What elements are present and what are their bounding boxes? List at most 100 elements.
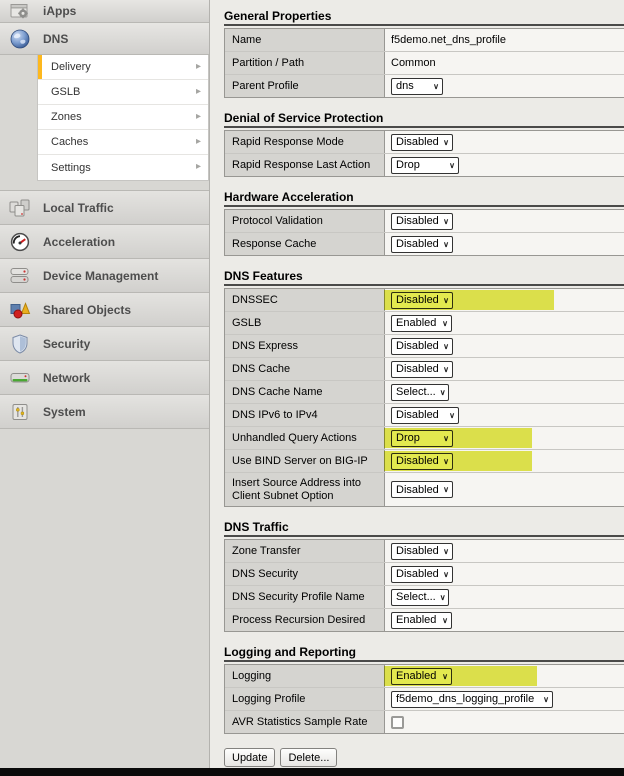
field-label: Parent Profile xyxy=(225,75,385,97)
servers-icon xyxy=(6,199,34,217)
dropdown-arrow-icon: ∨ xyxy=(443,457,449,466)
dnssec-select[interactable]: Disabled∨ xyxy=(391,292,453,309)
update-button[interactable]: Update xyxy=(224,748,275,767)
logging-select[interactable]: Enabled∨ xyxy=(391,668,452,685)
sidebar-spacer xyxy=(0,181,209,190)
section-dos-protection: Denial of Service Protection Rapid Respo… xyxy=(224,112,624,177)
dns-submenu: Delivery ▸ GSLB ▸ Zones ▸ Caches ▸ Setti… xyxy=(37,55,209,181)
sidebar-item-local-traffic[interactable]: Local Traffic xyxy=(0,191,209,225)
chevron-right-icon: ▸ xyxy=(196,112,201,122)
field-label: DNS Express xyxy=(225,335,385,357)
section-title: DNS Features xyxy=(224,270,624,286)
dns-express-select[interactable]: Disabled∨ xyxy=(391,338,453,355)
table-row: DNSSEC Disabled∨ xyxy=(225,289,624,312)
section-general-properties: General Properties Name f5demo.net_dns_p… xyxy=(224,10,624,98)
field-label: Protocol Validation xyxy=(225,210,385,232)
sidebar-item-shared-objects[interactable]: Shared Objects xyxy=(0,293,209,327)
rapid-response-mode-select[interactable]: Disabled∨ xyxy=(391,134,453,151)
gslb-select[interactable]: Enabled∨ xyxy=(391,315,452,332)
sidebar-item-gslb[interactable]: GSLB ▸ xyxy=(38,80,208,105)
use-bind-server-select[interactable]: Disabled∨ xyxy=(391,453,453,470)
sidebar-item-dns[interactable]: DNS xyxy=(0,23,209,55)
response-cache-select[interactable]: Disabled∨ xyxy=(391,236,453,253)
field-label: Logging xyxy=(225,665,385,687)
sidebar-item-iapps[interactable]: iApps xyxy=(0,0,209,23)
dropdown-arrow-icon: ∨ xyxy=(443,138,449,147)
sidebar-item-network[interactable]: Network xyxy=(0,361,209,395)
field-label: Name xyxy=(225,29,385,51)
shapes-icon xyxy=(6,301,34,319)
chevron-right-icon: ▸ xyxy=(196,87,201,97)
sidebar-item-acceleration[interactable]: Acceleration xyxy=(0,225,209,259)
sidebar-item-zones[interactable]: Zones ▸ xyxy=(38,105,208,130)
insert-source-address-select[interactable]: Disabled∨ xyxy=(391,481,453,498)
bottom-bar xyxy=(0,768,624,776)
dns-security-profile-name-select[interactable]: Select...∨ xyxy=(391,589,449,606)
dns-security-select[interactable]: Disabled∨ xyxy=(391,566,453,583)
dropdown-arrow-icon: ∨ xyxy=(443,296,449,305)
field-label: Logging Profile xyxy=(225,688,385,710)
table-row: DNS Express Disabled∨ xyxy=(225,335,624,358)
table-row: Protocol Validation Disabled∨ xyxy=(225,210,624,233)
gauge-icon xyxy=(6,232,34,252)
table-row: AVR Statistics Sample Rate xyxy=(225,711,624,733)
field-label: Response Cache xyxy=(225,233,385,255)
zone-transfer-select[interactable]: Disabled∨ xyxy=(391,543,453,560)
sidebar-item-system[interactable]: System xyxy=(0,395,209,429)
partition-value: Common xyxy=(391,57,436,69)
dns-cache-select[interactable]: Disabled∨ xyxy=(391,361,453,378)
field-label: Use BIND Server on BIG-IP xyxy=(225,450,385,472)
table-row: Name f5demo.net_dns_profile xyxy=(225,29,624,52)
process-recursion-desired-select[interactable]: Enabled∨ xyxy=(391,612,452,629)
devices-icon xyxy=(6,267,34,285)
protocol-validation-select[interactable]: Disabled∨ xyxy=(391,213,453,230)
field-label: DNS Cache Name xyxy=(225,381,385,403)
sidebar-item-label: DNS xyxy=(43,32,68,46)
dropdown-arrow-icon: ∨ xyxy=(440,388,446,397)
field-label: Unhandled Query Actions xyxy=(225,427,385,449)
shield-icon xyxy=(6,334,34,354)
name-value: f5demo.net_dns_profile xyxy=(391,34,506,46)
dns-cache-name-select[interactable]: Select...∨ xyxy=(391,384,449,401)
chevron-right-icon: ▸ xyxy=(196,62,201,72)
logging-profile-select[interactable]: f5demo_dns_logging_profile∨ xyxy=(391,691,553,708)
field-label: Insert Source Address into Client Subnet… xyxy=(225,473,385,506)
system-icon xyxy=(6,403,34,421)
dropdown-arrow-icon: ∨ xyxy=(443,547,449,556)
table-row: Rapid Response Last Action Drop∨ xyxy=(225,154,624,176)
table-row: DNS Cache Disabled∨ xyxy=(225,358,624,381)
avr-statistics-sample-rate-checkbox[interactable] xyxy=(391,716,404,729)
sidebar-item-delivery[interactable]: Delivery ▸ xyxy=(38,55,208,80)
sidebar-item-device-management[interactable]: Device Management xyxy=(0,259,209,293)
chevron-right-icon: ▸ xyxy=(196,162,201,172)
chevron-right-icon: ▸ xyxy=(196,137,201,147)
sidebar-item-settings[interactable]: Settings ▸ xyxy=(38,155,208,180)
section-logging-reporting: Logging and Reporting Logging Enabled∨ L… xyxy=(224,646,624,734)
parent-profile-select[interactable]: dns∨ xyxy=(391,78,443,95)
table-row: Insert Source Address into Client Subnet… xyxy=(225,473,624,506)
dropdown-arrow-icon: ∨ xyxy=(449,161,455,170)
section-title: General Properties xyxy=(224,10,624,26)
sidebar-item-label: iApps xyxy=(43,4,76,18)
table-row: DNS IPv6 to IPv4 Disabled∨ xyxy=(225,404,624,427)
rapid-response-last-action-select[interactable]: Drop∨ xyxy=(391,157,459,174)
bigip-dns-profile-page: iApps DNS xyxy=(0,0,624,776)
field-label: Partition / Path xyxy=(225,52,385,74)
delete-button[interactable]: Delete... xyxy=(280,748,337,767)
network-icon xyxy=(6,369,34,387)
sidebar-item-security[interactable]: Security xyxy=(0,327,209,361)
section-title: Denial of Service Protection xyxy=(224,112,624,128)
section-dns-features: DNS Features DNSSEC Disabled∨ GSLB xyxy=(224,270,624,507)
sidebar-item-caches[interactable]: Caches ▸ xyxy=(38,130,208,155)
dropdown-arrow-icon: ∨ xyxy=(443,240,449,249)
dropdown-arrow-icon: ∨ xyxy=(442,672,448,681)
section-title: Hardware Acceleration xyxy=(224,191,624,207)
table-row: Parent Profile dns∨ xyxy=(225,75,624,97)
table-row: Response Cache Disabled∨ xyxy=(225,233,624,255)
dns-ipv6-to-ipv4-select[interactable]: Disabled∨ xyxy=(391,407,459,424)
section-title: DNS Traffic xyxy=(224,521,624,537)
unhandled-query-actions-select[interactable]: Drop∨ xyxy=(391,430,453,447)
profile-form: General Properties Name f5demo.net_dns_p… xyxy=(211,0,624,768)
sidebar-bottom-group: Local Traffic Acceleration xyxy=(0,190,209,429)
dropdown-arrow-icon: ∨ xyxy=(433,82,439,91)
